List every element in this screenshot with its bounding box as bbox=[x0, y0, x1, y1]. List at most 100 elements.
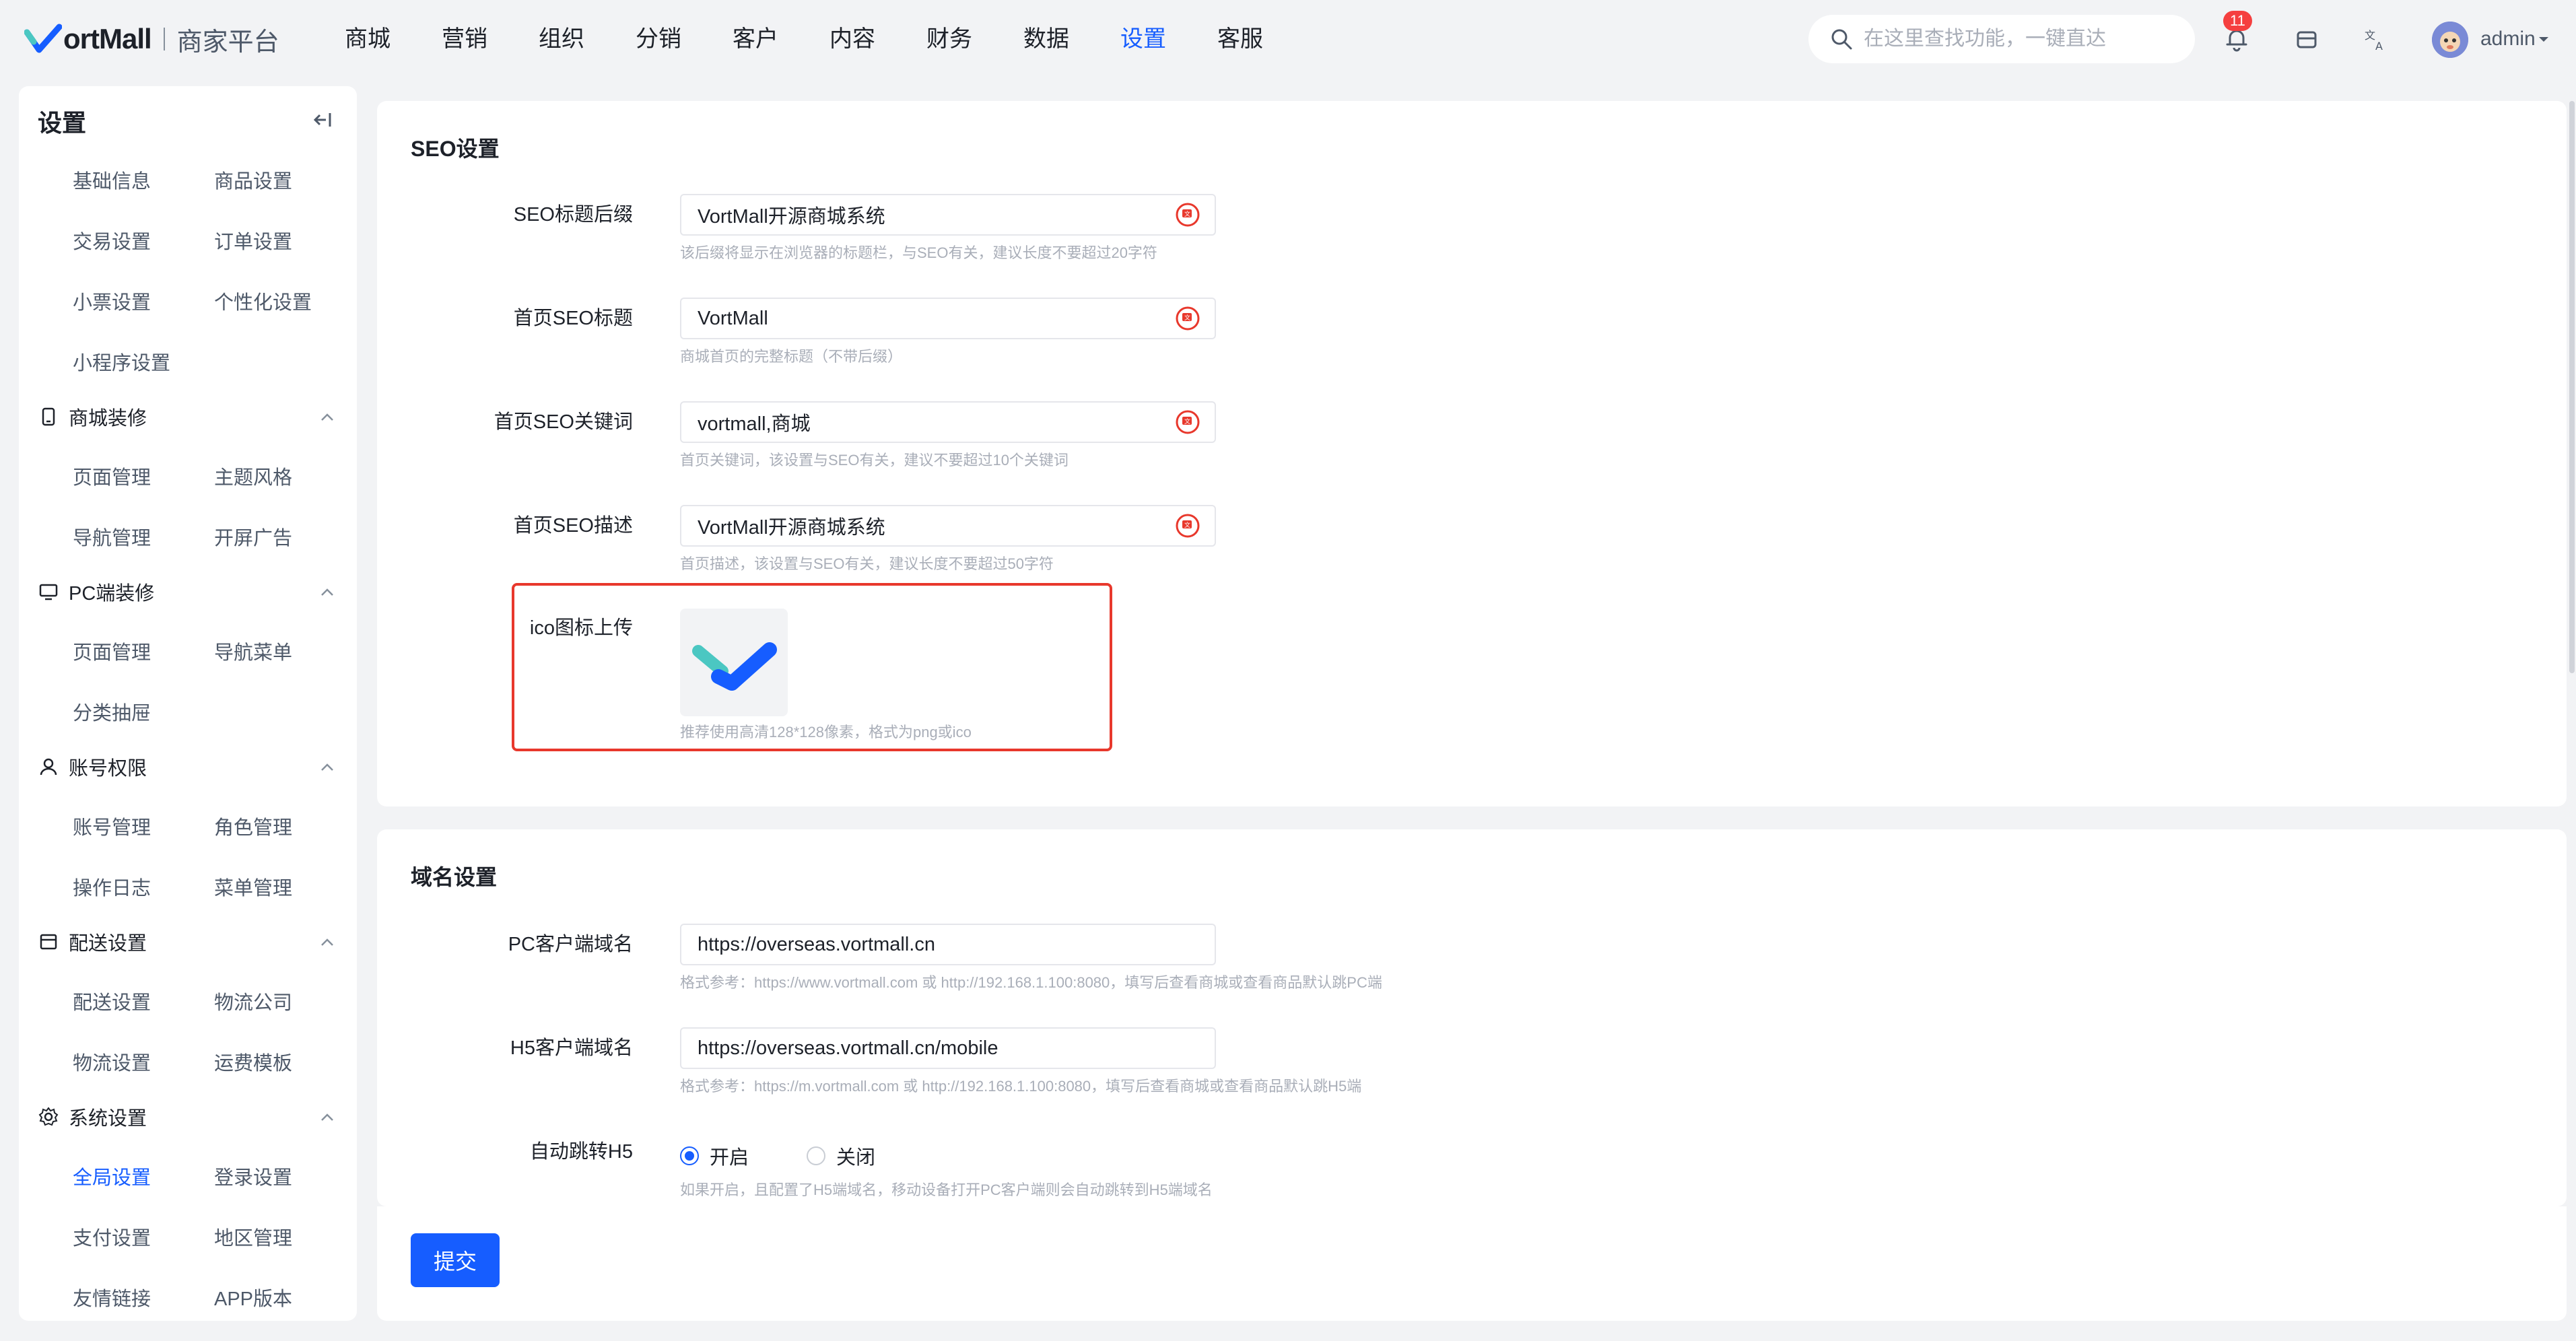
sidebar-item-nav-menu[interactable]: 导航菜单 bbox=[214, 637, 292, 665]
ico-highlight-frame bbox=[512, 583, 1112, 751]
notification-badge: 11 bbox=[2223, 11, 2252, 31]
pc-domain-field[interactable] bbox=[680, 924, 1216, 965]
h5-domain-field[interactable] bbox=[680, 1027, 1216, 1069]
nav-content[interactable]: 内容 bbox=[829, 19, 926, 59]
home-seo-title-input[interactable] bbox=[696, 306, 1174, 331]
sidebar-group-shop-decoration[interactable]: 商城装修 bbox=[38, 403, 147, 431]
radio-enable-label[interactable]: 开启 bbox=[710, 1142, 749, 1170]
sidebar-item-delivery-settings[interactable]: 配送设置 bbox=[73, 987, 151, 1015]
translate-icon[interactable]: 文 A bbox=[2362, 26, 2389, 53]
sidebar-item-order-settings[interactable]: 订单设置 bbox=[214, 226, 292, 254]
collapse-sidebar-icon[interactable] bbox=[312, 109, 334, 131]
logo-v-icon bbox=[24, 24, 62, 53]
sidebar-item-global-settings[interactable]: 全局设置 bbox=[73, 1162, 151, 1190]
sidebar-item-account-management[interactable]: 账号管理 bbox=[73, 812, 151, 840]
nav-organization[interactable]: 组织 bbox=[539, 19, 636, 59]
h5-domain-label: H5客户端域名 bbox=[510, 1037, 633, 1059]
sidebar-item-product-settings[interactable]: 商品设置 bbox=[214, 166, 292, 194]
logo-divider bbox=[163, 28, 165, 50]
sidebar-item-splash-ad[interactable]: 开屏广告 bbox=[214, 522, 292, 551]
h5-domain-input[interactable] bbox=[696, 1036, 1215, 1060]
sidebar-group-delivery-settings[interactable]: 配送设置 bbox=[38, 928, 147, 956]
avatar[interactable] bbox=[2432, 22, 2468, 58]
gear-icon bbox=[38, 1107, 59, 1126]
home-seo-title-hint: 商城首页的完整标题（不带后缀） bbox=[680, 348, 903, 365]
nav-service[interactable]: 客服 bbox=[1217, 19, 1314, 59]
home-seo-description-field[interactable]: 文 bbox=[680, 505, 1216, 547]
scrollbar[interactable] bbox=[2569, 101, 2575, 673]
sidebar-item-logistics-company[interactable]: 物流公司 bbox=[214, 987, 292, 1015]
chevron-up-icon[interactable] bbox=[318, 408, 337, 427]
sidebar-item-payment-settings[interactable]: 支付设置 bbox=[73, 1223, 151, 1251]
sidebar-group-label: 配送设置 bbox=[69, 933, 147, 955]
caret-down-icon[interactable] bbox=[2537, 32, 2550, 46]
sidebar-item-page-management[interactable]: 页面管理 bbox=[73, 462, 151, 490]
nav-customers[interactable]: 客户 bbox=[733, 19, 829, 59]
sidebar-item-role-management[interactable]: 角色管理 bbox=[214, 812, 292, 840]
svg-text:文: 文 bbox=[1184, 417, 1190, 425]
home-seo-keywords-field[interactable]: 文 bbox=[680, 401, 1216, 443]
translate-icon[interactable]: 文 bbox=[1174, 201, 1201, 228]
sidebar-item-region-management[interactable]: 地区管理 bbox=[214, 1223, 292, 1251]
sidebar-item-miniprogram[interactable]: 小程序设置 bbox=[73, 347, 170, 376]
nav-data[interactable]: 数据 bbox=[1023, 19, 1120, 59]
search-input[interactable] bbox=[1862, 27, 2175, 51]
nav-finance[interactable]: 财务 bbox=[926, 19, 1023, 59]
nav-shop[interactable]: 商城 bbox=[345, 19, 442, 59]
sidebar-group-pc-decoration[interactable]: PC端装修 bbox=[38, 578, 154, 606]
seo-section-title: SEO设置 bbox=[411, 137, 500, 161]
home-seo-keywords-label: 首页SEO关键词 bbox=[494, 411, 633, 433]
seo-title-suffix-input[interactable] bbox=[696, 203, 1174, 227]
home-seo-keywords-input[interactable] bbox=[696, 410, 1174, 434]
pc-domain-input[interactable] bbox=[696, 932, 1215, 957]
submit-button[interactable]: 提交 bbox=[411, 1233, 500, 1287]
sidebar-item-basic-info[interactable]: 基础信息 bbox=[73, 166, 151, 194]
sidebar-item-nav-management[interactable]: 导航管理 bbox=[73, 522, 151, 551]
logo[interactable]: ortMall 商家平台 bbox=[24, 20, 279, 58]
svg-text:文: 文 bbox=[1184, 210, 1190, 218]
user-icon bbox=[40, 758, 57, 776]
store-icon[interactable] bbox=[2293, 26, 2320, 53]
sidebar-group-label: PC端装修 bbox=[69, 583, 155, 605]
home-seo-title-field[interactable]: 文 bbox=[680, 298, 1216, 339]
chevron-up-icon[interactable] bbox=[318, 933, 337, 952]
auto-redirect-radio-group: 开启 关闭 bbox=[680, 1142, 933, 1170]
sidebar-item-theme-style[interactable]: 主题风格 bbox=[214, 462, 292, 490]
sidebar-group-system-settings[interactable]: 系统设置 bbox=[38, 1103, 147, 1131]
home-seo-description-input[interactable] bbox=[696, 514, 1174, 538]
sidebar-item-app-version[interactable]: APP版本 bbox=[214, 1283, 292, 1311]
translate-icon[interactable]: 文 bbox=[1174, 512, 1201, 539]
sidebar-item-friend-links[interactable]: 友情链接 bbox=[73, 1283, 151, 1311]
radio-enable[interactable] bbox=[680, 1146, 699, 1165]
domain-section-title: 域名设置 bbox=[411, 865, 498, 889]
sidebar-item-personalization[interactable]: 个性化设置 bbox=[214, 287, 312, 315]
radio-disable-label[interactable]: 关闭 bbox=[836, 1142, 875, 1170]
domain-settings-card: 域名设置 PC客户端域名 格式参考：https://www.vortmall.c… bbox=[377, 829, 2567, 1206]
seo-title-suffix-field[interactable]: 文 bbox=[680, 194, 1216, 236]
sidebar-item-pc-page-management[interactable]: 页面管理 bbox=[73, 637, 151, 665]
sidebar-item-category-drawer[interactable]: 分类抽屉 bbox=[73, 697, 151, 726]
nav-distribution[interactable]: 分销 bbox=[636, 19, 733, 59]
svg-text:文: 文 bbox=[1184, 314, 1190, 322]
radio-disable[interactable] bbox=[807, 1146, 826, 1165]
translate-icon[interactable]: 文 bbox=[1174, 305, 1201, 332]
nav-settings[interactable]: 设置 bbox=[1120, 19, 1217, 59]
sidebar-item-menu-management[interactable]: 菜单管理 bbox=[214, 872, 292, 901]
sidebar-item-trade-settings[interactable]: 交易设置 bbox=[73, 226, 151, 254]
sidebar-group-label: 系统设置 bbox=[69, 1108, 147, 1130]
global-search[interactable] bbox=[1808, 15, 2195, 63]
sidebar-item-login-settings[interactable]: 登录设置 bbox=[214, 1162, 292, 1190]
sidebar-title: 设置 bbox=[38, 109, 87, 137]
chevron-up-icon[interactable] bbox=[318, 1108, 337, 1127]
chevron-up-icon[interactable] bbox=[318, 758, 337, 777]
user-name[interactable]: admin bbox=[2480, 26, 2536, 53]
translate-icon[interactable]: 文 bbox=[1174, 409, 1201, 436]
sidebar-group-account-permissions[interactable]: 账号权限 bbox=[38, 753, 147, 781]
nav-marketing[interactable]: 营销 bbox=[442, 19, 539, 59]
sidebar-item-logistics-settings[interactable]: 物流设置 bbox=[73, 1047, 151, 1076]
chevron-up-icon[interactable] bbox=[318, 583, 337, 602]
pc-domain-label: PC客户端域名 bbox=[508, 934, 633, 955]
sidebar-item-operation-log[interactable]: 操作日志 bbox=[73, 872, 151, 901]
sidebar-item-receipt-settings[interactable]: 小票设置 bbox=[73, 287, 151, 315]
sidebar-item-shipping-template[interactable]: 运费模板 bbox=[214, 1047, 292, 1076]
